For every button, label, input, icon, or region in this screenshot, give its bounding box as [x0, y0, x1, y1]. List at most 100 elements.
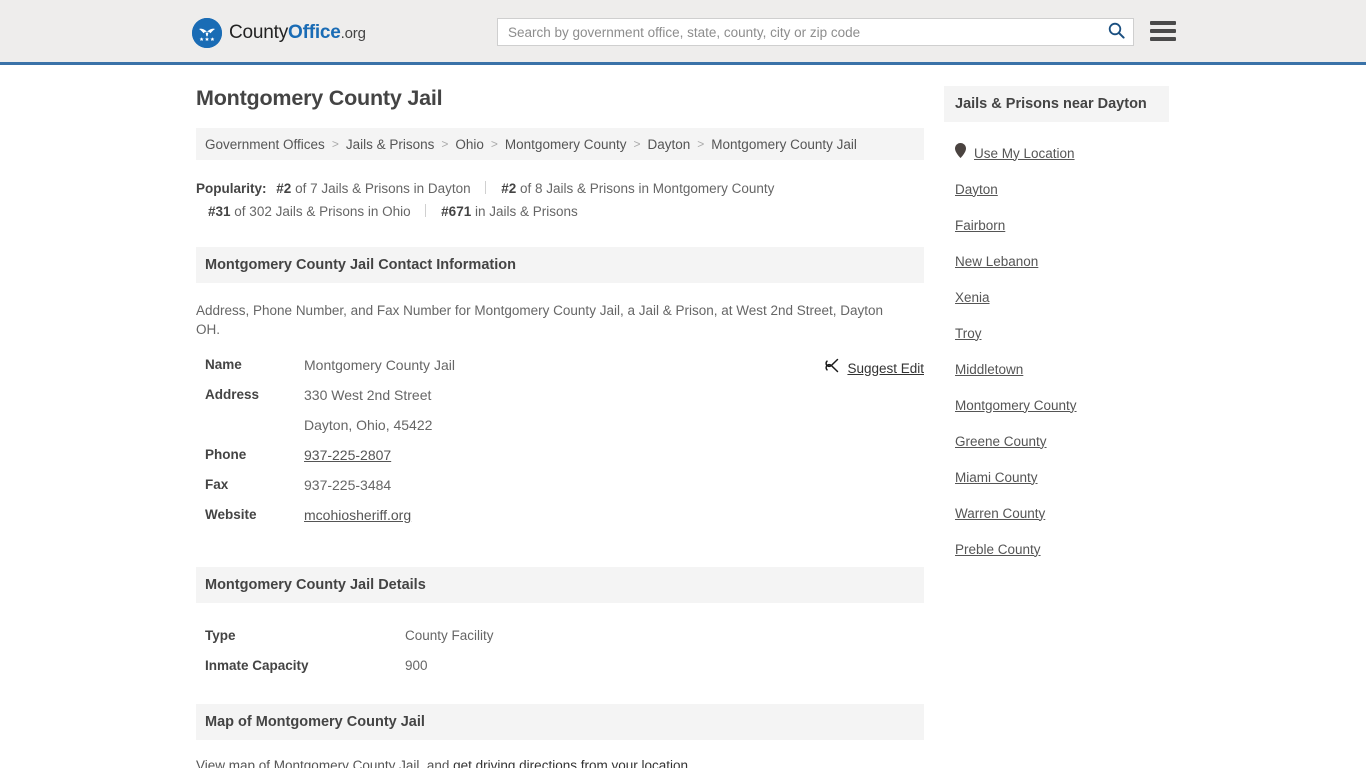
breadcrumb-item-government-offices[interactable]: Government Offices: [205, 137, 325, 152]
details-row-type: Type County Facility: [196, 620, 924, 650]
sidebar-item-fairborn[interactable]: Fairborn: [944, 207, 1169, 243]
driving-directions-link[interactable]: get driving directions from your locatio…: [453, 758, 688, 768]
suggest-edit-button[interactable]: Suggest Edit: [825, 358, 924, 378]
sidebar-link-troy[interactable]: Troy: [955, 326, 982, 341]
breadcrumb-separator-icon: >: [331, 137, 339, 151]
sidebar-link-new-lebanon[interactable]: New Lebanon: [955, 254, 1038, 269]
sidebar-item-middletown[interactable]: Middletown: [944, 351, 1169, 387]
contact-row-fax: Fax 937-225-3484: [196, 477, 924, 507]
popularity-entry-county: #2 of 8 Jails & Prisons in Montgomery Co…: [501, 181, 774, 196]
search-button[interactable]: [1099, 19, 1133, 45]
breadcrumb-item-dayton[interactable]: Dayton: [648, 137, 691, 152]
sidebar-link-montgomery-county[interactable]: Montgomery County: [955, 398, 1077, 413]
sidebar-link-miami-county[interactable]: Miami County: [955, 470, 1038, 485]
sidebar-item-new-lebanon[interactable]: New Lebanon: [944, 243, 1169, 279]
contact-row-address: Address 330 West 2nd Street: [196, 387, 924, 417]
breadcrumb-item-jails-prisons[interactable]: Jails & Prisons: [346, 137, 435, 152]
search-icon: [1108, 22, 1125, 42]
breadcrumb-separator-icon: >: [633, 137, 641, 151]
popularity-rank: #2: [276, 181, 292, 196]
map-section-description: View map of Montgomery County Jail, and …: [196, 758, 924, 768]
sidebar-item-preble-county[interactable]: Preble County: [944, 531, 1169, 567]
popularity-line-2: #31 of 302 Jails & Prisons in Ohio #671 …: [196, 200, 924, 223]
popularity-rank: #2: [501, 181, 517, 196]
sidebar-list: Use My Location Dayton Fairborn New Leba…: [944, 135, 1169, 567]
popularity-divider: [485, 181, 487, 194]
details-key-type: Type: [205, 627, 236, 643]
map-section-header: Map of Montgomery County Jail: [196, 704, 924, 740]
contact-value-fax: 937-225-3484: [304, 477, 392, 493]
sidebar-item-warren-county[interactable]: Warren County: [944, 495, 1169, 531]
map-desc-suffix: .: [688, 758, 692, 768]
sidebar-item-montgomery-county[interactable]: Montgomery County: [944, 387, 1169, 423]
main-content: Montgomery County Jail Government Office…: [196, 86, 924, 768]
popularity-rank: #671: [441, 204, 472, 219]
edit-pen-icon: [825, 358, 840, 378]
contact-value-address-street: 330 West 2nd Street: [304, 387, 432, 403]
suggest-edit-label: Suggest Edit: [847, 360, 924, 376]
breadcrumb-item-montgomery-county[interactable]: Montgomery County: [505, 137, 627, 152]
sidebar-link-middletown[interactable]: Middletown: [955, 362, 1023, 377]
contact-row-name: Name Montgomery County Jail: [196, 357, 924, 387]
breadcrumb-separator-icon: >: [697, 137, 705, 151]
popularity-rank: #31: [208, 204, 231, 219]
hamburger-menu-icon-bar2: [1150, 29, 1176, 33]
sidebar-item-xenia[interactable]: Xenia: [944, 279, 1169, 315]
sidebar-item-troy[interactable]: Troy: [944, 315, 1169, 351]
popularity-entry-national: #671 in Jails & Prisons: [441, 204, 578, 219]
hamburger-menu-button[interactable]: [1150, 19, 1176, 43]
page-title: Montgomery County Jail: [196, 86, 443, 110]
details-value-capacity: 900: [405, 657, 428, 673]
sidebar-link-preble-county[interactable]: Preble County: [955, 542, 1041, 557]
details-section-header: Montgomery County Jail Details: [196, 567, 924, 603]
search-bar[interactable]: [497, 18, 1134, 46]
hamburger-menu-icon: [1150, 21, 1176, 25]
site-logo[interactable]: CountyOffice.org: [192, 18, 366, 48]
use-my-location-link[interactable]: Use My Location: [974, 146, 1075, 161]
popularity-label: Popularity:: [196, 181, 267, 196]
sidebar-heading: Jails & Prisons near Dayton: [944, 86, 1169, 122]
contact-key-address: Address: [205, 387, 260, 402]
contact-info-table: Suggest Edit Name Montgomery County Jail…: [196, 357, 924, 537]
contact-key-name: Name: [205, 357, 242, 372]
contact-value-address-citystate: Dayton, Ohio, 45422: [304, 417, 433, 433]
popularity-text: in Jails & Prisons: [474, 204, 578, 219]
popularity-line-1: Popularity: #2 of 7 Jails & Prisons in D…: [196, 177, 924, 200]
popularity-text: of 7 Jails & Prisons in Dayton: [295, 181, 471, 196]
sidebar-link-xenia[interactable]: Xenia: [955, 290, 990, 305]
breadcrumb: Government Offices > Jails & Prisons > O…: [196, 128, 924, 160]
contact-value-phone-wrap: 937-225-2807: [304, 447, 391, 463]
phone-link[interactable]: 937-225-2807: [304, 447, 391, 463]
contact-row-website: Website mcohiosheriff.org: [196, 507, 924, 537]
sidebar-link-greene-county[interactable]: Greene County: [955, 434, 1047, 449]
sidebar-item-miami-county[interactable]: Miami County: [944, 459, 1169, 495]
breadcrumb-separator-icon: >: [490, 137, 498, 151]
popularity-entry-ohio: #31 of 302 Jails & Prisons in Ohio: [208, 204, 411, 219]
sidebar-link-dayton[interactable]: Dayton: [955, 182, 998, 197]
popularity-entry-dayton: #2 of 7 Jails & Prisons in Dayton: [276, 181, 470, 196]
contact-section-header: Montgomery County Jail Contact Informati…: [196, 247, 924, 283]
logo-wordmark: CountyOffice.org: [229, 22, 366, 44]
hamburger-menu-icon-bar3: [1150, 37, 1176, 41]
contact-key-fax: Fax: [205, 477, 229, 492]
sidebar: Jails & Prisons near Dayton Use My Locat…: [944, 86, 1169, 567]
sidebar-link-fairborn[interactable]: Fairborn: [955, 218, 1005, 233]
logo-text-county: County: [229, 22, 289, 43]
popularity-block: Popularity: #2 of 7 Jails & Prisons in D…: [196, 177, 924, 223]
details-value-type: County Facility: [405, 627, 494, 643]
contact-row-address-line2: Dayton, Ohio, 45422: [196, 417, 924, 447]
contact-section-description: Address, Phone Number, and Fax Number fo…: [196, 303, 884, 337]
website-link[interactable]: mcohiosheriff.org: [304, 507, 411, 523]
details-table: Type County Facility Inmate Capacity 900: [196, 620, 924, 680]
sidebar-item-use-my-location[interactable]: Use My Location: [944, 135, 1169, 171]
contact-value-website-wrap: mcohiosheriff.org: [304, 507, 411, 523]
details-key-capacity: Inmate Capacity: [205, 657, 309, 673]
breadcrumb-item-ohio[interactable]: Ohio: [455, 137, 484, 152]
contact-key-phone: Phone: [205, 447, 247, 462]
sidebar-item-dayton[interactable]: Dayton: [944, 171, 1169, 207]
eagle-stars-seal-icon: [192, 18, 222, 48]
sidebar-link-warren-county[interactable]: Warren County: [955, 506, 1045, 521]
search-input[interactable]: [498, 19, 1099, 45]
sidebar-item-greene-county[interactable]: Greene County: [944, 423, 1169, 459]
contact-key-website: Website: [205, 507, 257, 522]
